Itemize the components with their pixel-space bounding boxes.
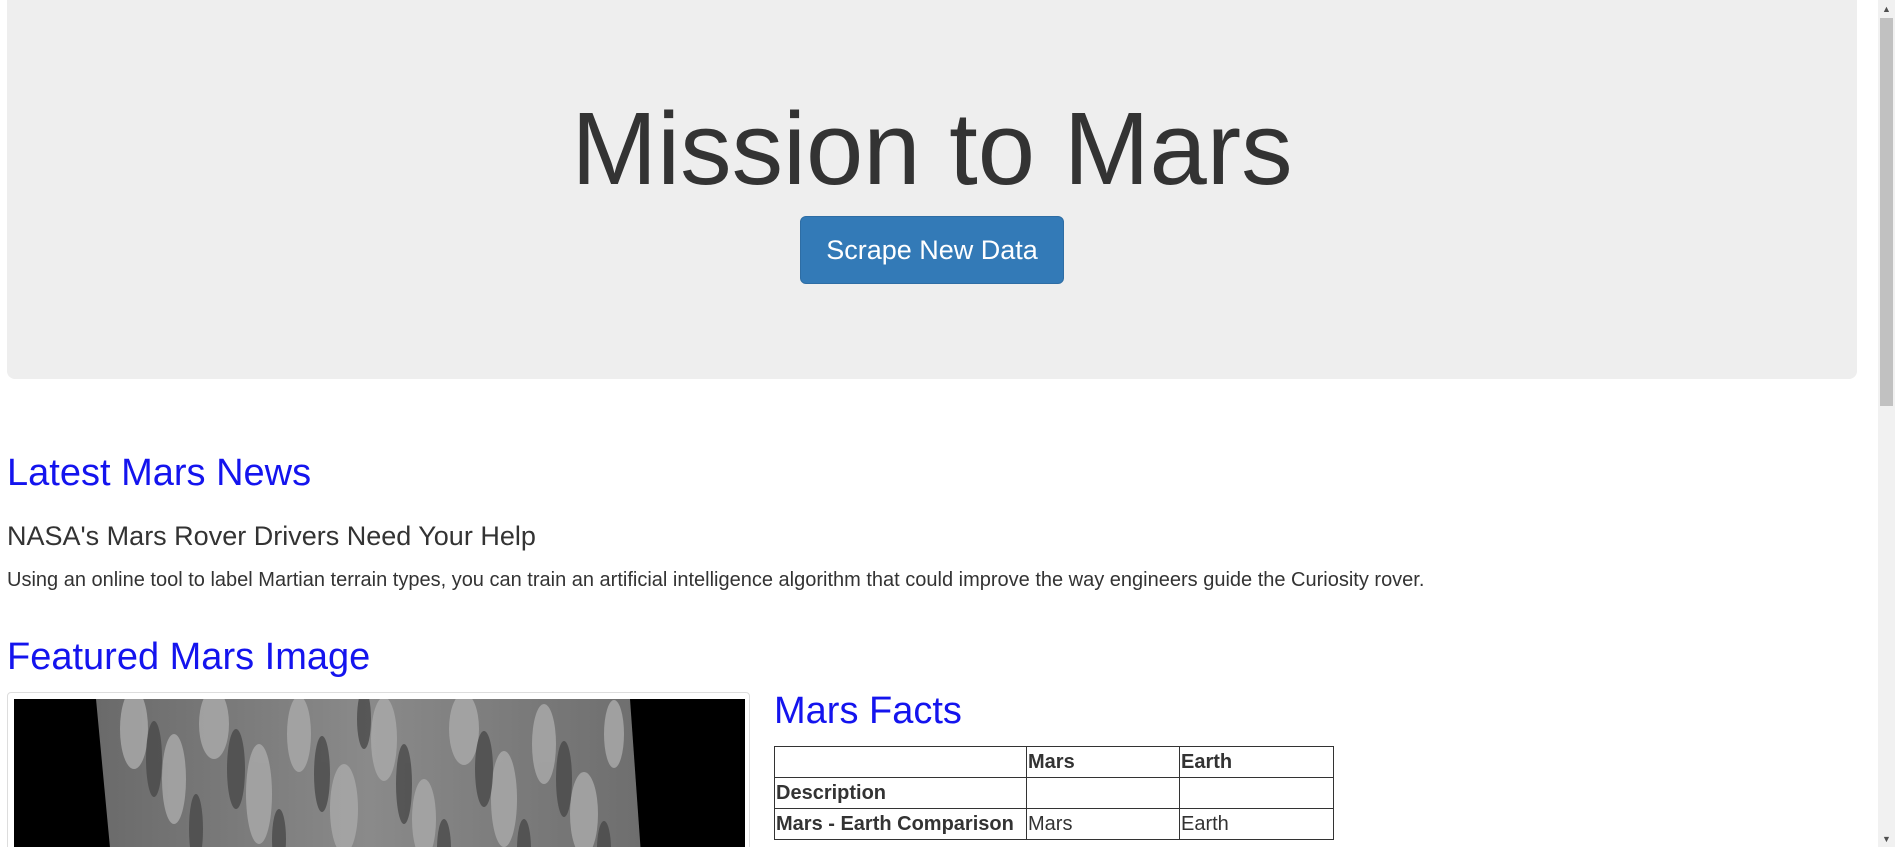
table-header-row: Mars Earth bbox=[774, 746, 1334, 778]
jumbotron-header: Mission to Mars Scrape New Data bbox=[7, 0, 1857, 379]
latest-news-heading: Latest Mars News bbox=[7, 452, 312, 494]
table-header-blank bbox=[774, 746, 1027, 778]
news-title: NASA's Mars Rover Drivers Need Your Help bbox=[7, 521, 536, 551]
mars-terrain-image bbox=[14, 699, 745, 847]
mars-facts-heading: Mars Facts bbox=[774, 690, 962, 732]
featured-mars-image bbox=[14, 699, 745, 847]
scrollbar-thumb[interactable] bbox=[1880, 18, 1893, 406]
table-row: Description bbox=[774, 777, 1334, 809]
table-header-mars: Mars bbox=[1026, 746, 1180, 778]
triangle-down-icon[interactable]: ▼ bbox=[1878, 830, 1895, 847]
row-earth-value: Earth bbox=[1179, 808, 1334, 840]
table-row: Mars - Earth Comparison Mars Earth bbox=[774, 808, 1334, 840]
featured-image-heading: Featured Mars Image bbox=[7, 636, 371, 678]
row-mars-value bbox=[1026, 777, 1180, 809]
row-label: Mars - Earth Comparison bbox=[774, 808, 1027, 840]
featured-image-thumbnail[interactable] bbox=[7, 692, 750, 847]
scrape-new-data-button[interactable]: Scrape New Data bbox=[800, 216, 1064, 284]
table-header-earth: Earth bbox=[1179, 746, 1334, 778]
row-mars-value: Mars bbox=[1026, 808, 1180, 840]
news-teaser: Using an online tool to label Martian te… bbox=[7, 569, 1425, 591]
page: Mission to Mars Scrape New Data Latest M… bbox=[0, 0, 1895, 847]
triangle-up-icon[interactable]: ▲ bbox=[1878, 0, 1895, 17]
row-earth-value bbox=[1179, 777, 1334, 809]
vertical-scrollbar[interactable]: ▲ ▼ bbox=[1878, 0, 1895, 847]
row-label: Description bbox=[774, 777, 1027, 809]
mars-facts-table: Mars Earth Description Mars - Earth Comp… bbox=[774, 746, 1334, 840]
page-title: Mission to Mars bbox=[571, 91, 1293, 206]
